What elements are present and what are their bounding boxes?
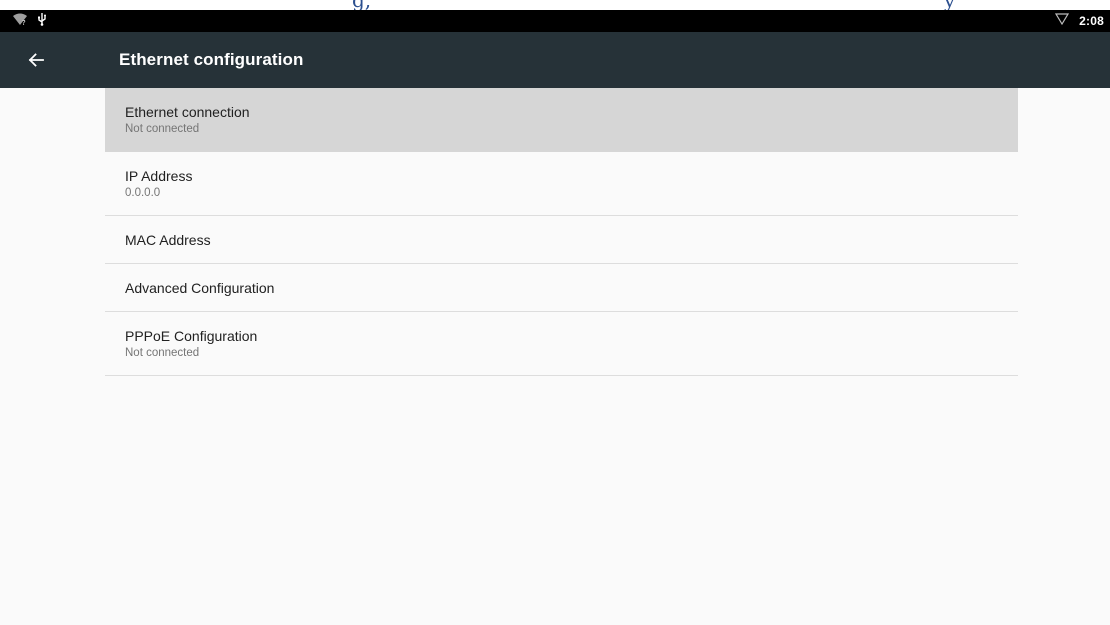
list-item-summary: Not connected — [125, 347, 200, 359]
status-bar: ? 2:08 — [0, 10, 1110, 32]
list-item-ip-address[interactable]: IP Address 0.0.0.0 — [105, 152, 1018, 216]
usb-icon — [36, 12, 48, 31]
status-clock: 2:08 — [1079, 14, 1104, 28]
status-bar-right: 2:08 — [1055, 13, 1104, 29]
list-item-title: Ethernet connection — [125, 104, 250, 120]
status-bar-left: ? — [12, 12, 48, 31]
clipped-text-left: g, — [352, 0, 371, 10]
list-item-pppoe-configuration[interactable]: PPPoE Configuration Not connected — [105, 312, 1018, 376]
list-item-summary: Not connected — [125, 123, 200, 135]
list-item-title: Advanced Configuration — [125, 280, 275, 296]
list-item-title: IP Address — [125, 168, 193, 184]
list-item-summary: 0.0.0.0 — [125, 187, 161, 199]
signal-triangle-icon — [1055, 12, 1070, 30]
list-item-advanced-configuration[interactable]: Advanced Configuration — [105, 264, 1018, 312]
app-bar: Ethernet configuration — [0, 32, 1110, 88]
back-button[interactable] — [24, 48, 48, 72]
wifi-unknown-icon: ? — [12, 12, 28, 31]
svg-text:?: ? — [22, 19, 26, 26]
screen: g, y ? — [0, 0, 1110, 625]
settings-list: Ethernet connection Not connected IP Add… — [105, 88, 1018, 376]
page-title: Ethernet configuration — [119, 50, 304, 69]
arrow-back-icon — [24, 53, 48, 76]
list-item-mac-address[interactable]: MAC Address — [105, 216, 1018, 264]
list-item-title: PPPoE Configuration — [125, 328, 258, 344]
list-item-title: MAC Address — [125, 232, 211, 248]
list-item-ethernet-connection[interactable]: Ethernet connection Not connected — [105, 88, 1018, 152]
clipped-text-strip: g, y — [0, 0, 1110, 10]
clipped-text-right: y — [944, 0, 955, 10]
